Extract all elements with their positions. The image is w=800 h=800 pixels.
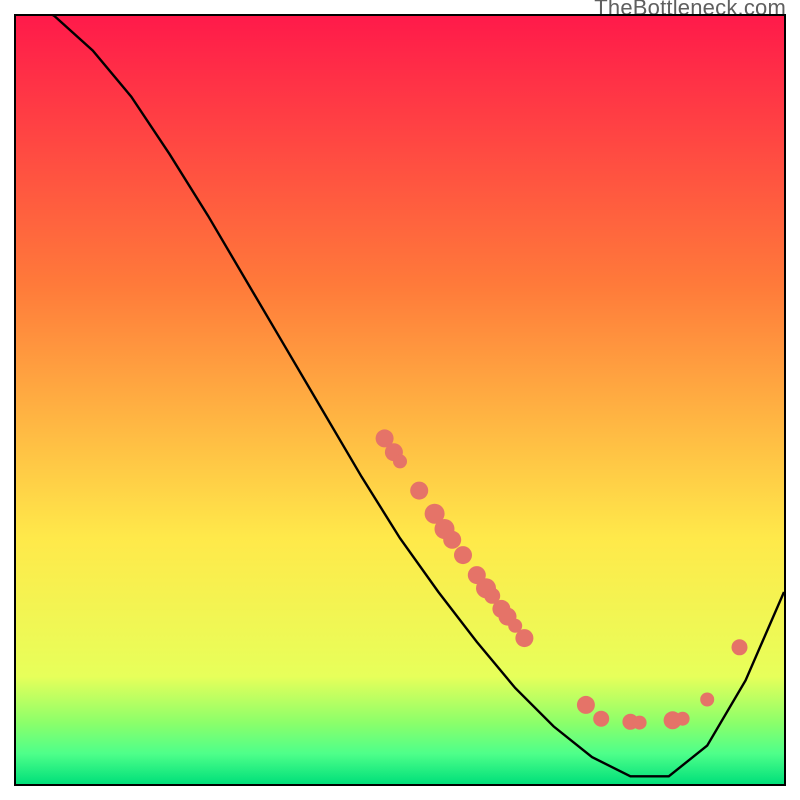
data-point	[676, 712, 690, 726]
data-point	[410, 482, 428, 500]
data-point	[393, 454, 407, 468]
chart-container: TheBottleneck.com	[0, 0, 800, 800]
data-point	[577, 696, 595, 714]
data-point	[443, 531, 461, 549]
data-point	[732, 639, 748, 655]
data-point	[515, 629, 533, 647]
data-point	[633, 716, 647, 730]
data-point	[593, 711, 609, 727]
plot-area	[14, 14, 786, 786]
data-point	[700, 693, 714, 707]
chart-svg	[16, 16, 784, 784]
gradient-background	[16, 16, 784, 784]
data-point	[454, 546, 472, 564]
